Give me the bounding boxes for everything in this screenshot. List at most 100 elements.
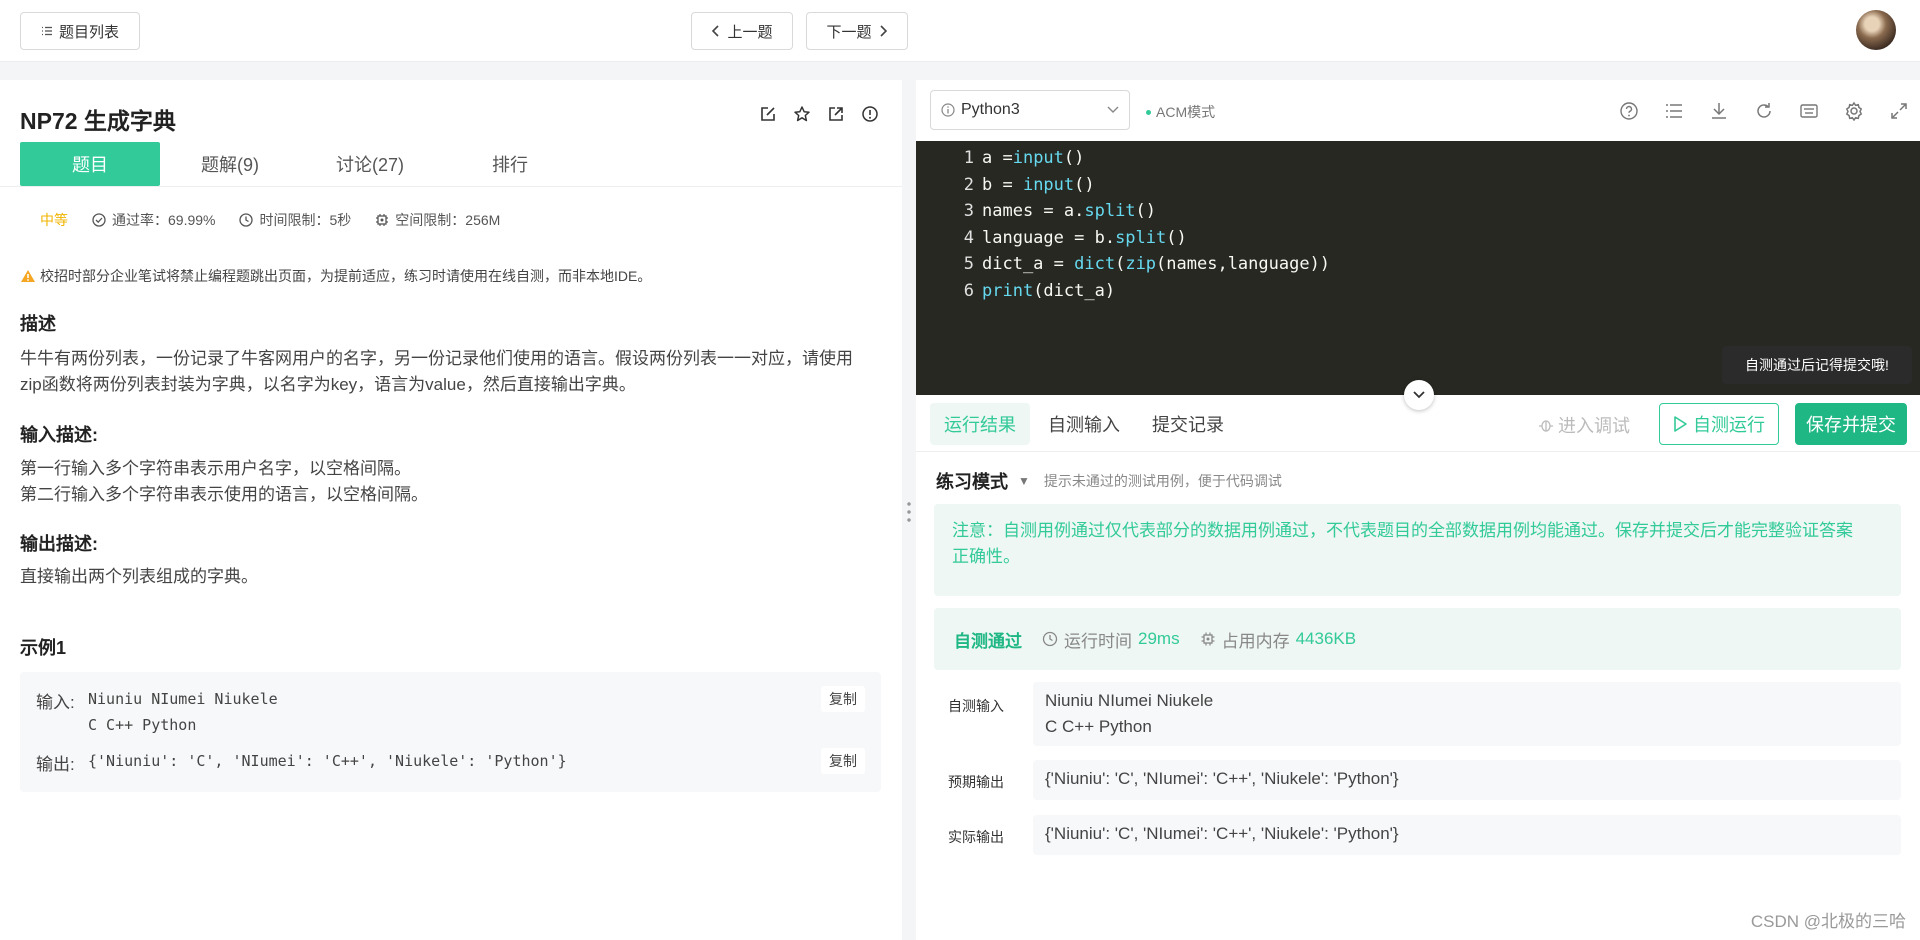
language-value: Python3 — [961, 101, 1020, 118]
code-line: 2b = input() — [963, 174, 1095, 195]
tab-run-result[interactable]: 运行结果 — [930, 403, 1030, 445]
clock-icon — [239, 213, 254, 227]
memory-limit-text: 空间限制：256M — [395, 212, 501, 228]
code-line: 6 print(dict_a) — [963, 280, 1116, 301]
copy-output-button[interactable]: 复制 — [821, 748, 865, 774]
pass-rate: 通过率：69.99% — [92, 210, 215, 230]
notice-text: 校招时部分企业笔试将禁止编程题跳出页面，为提前适应，练习时请使用在线自测，而非本… — [40, 268, 652, 284]
description-text: 牛牛有两份列表，一份记录了牛客网用户的名字，另一份记录他们使用的语言。假设两份列… — [20, 346, 888, 398]
memory-limit: 空间限制：256M — [375, 210, 500, 230]
save-submit-button[interactable]: 保存并提交 — [1795, 403, 1907, 445]
submit-tooltip: 自测通过后记得提交哦! — [1722, 346, 1912, 384]
self-run-button[interactable]: 自测运行 — [1659, 403, 1779, 445]
description-line: zip函数将两份列表封装为字典，以名字为key，语言为value，然后直接输出字… — [20, 375, 636, 394]
drag-handle-icon[interactable] — [907, 500, 911, 524]
memory-label: 占用内存 — [1221, 631, 1290, 651]
tab-problem[interactable]: 题目 — [20, 142, 160, 186]
next-problem-label: 下一题 — [826, 23, 872, 41]
difficulty-badge: 中等 — [40, 212, 68, 228]
page-title: NP72 生成字典 — [20, 108, 176, 134]
self-input-value: Niuniu NIumei Niukele C C++ Python — [1033, 682, 1901, 746]
self-test-note: 注意：自测用例通过仅代表部分的数据用例通过，不代表题目的全部数据用例均能通过。保… — [934, 504, 1901, 596]
divider — [916, 451, 1920, 452]
help-icon[interactable] — [1618, 100, 1640, 122]
tab-self-input[interactable]: 自测输入 — [1034, 403, 1134, 445]
info-icon[interactable] — [860, 104, 880, 124]
runtime: 运行时间 29ms — [1042, 627, 1180, 652]
share-icon[interactable] — [826, 104, 846, 124]
download-icon[interactable] — [1708, 100, 1730, 122]
example-heading: 示例1 — [20, 638, 67, 658]
editor-tools — [1618, 100, 1910, 122]
gear-icon[interactable] — [1843, 100, 1865, 122]
runtime-value: 29ms — [1138, 629, 1180, 648]
debug-button[interactable]: 进入调试 — [1538, 412, 1630, 438]
time-limit-text: 时间限制：5秒 — [259, 212, 352, 228]
keyboard-icon[interactable] — [1798, 100, 1820, 122]
runtime-label: 运行时间 — [1064, 631, 1132, 651]
time-limit: 时间限制：5秒 — [239, 210, 351, 230]
run-result-bar: 自测通过 运行时间 29ms 占用内存 4436KB — [934, 608, 1901, 670]
language-select[interactable]: Python3 — [930, 90, 1130, 130]
status-dot — [1146, 109, 1151, 115]
prev-problem-button[interactable]: 上一题 — [691, 12, 793, 50]
exam-notice: 校招时部分企业笔试将禁止编程题跳出页面，为提前适应，练习时请使用在线自测，而非本… — [20, 266, 651, 286]
self-input-line: C C++ Python — [1045, 717, 1152, 736]
check-circle-icon — [92, 213, 106, 227]
chip-icon — [376, 214, 389, 226]
tab-solutions[interactable]: 题解(9) — [160, 142, 300, 186]
input-desc-heading: 输入描述: — [20, 425, 98, 445]
chevron-down-icon — [1413, 391, 1425, 399]
editor-toolbar: Python3 ACM模式 — [916, 80, 1920, 141]
input-desc-line: 第一行输入多个字符串表示用户名字，以空格间隔。 — [20, 459, 411, 478]
result-tabs: 运行结果 自测输入 提交记录 — [930, 403, 1238, 447]
copy-input-button[interactable]: 复制 — [821, 686, 865, 712]
expected-output-label: 预期输出 — [948, 774, 1004, 790]
practice-mode-select[interactable]: 练习模式 — [936, 468, 1008, 494]
example-input-label: 输入: — [36, 693, 75, 712]
pass-rate-text: 通过率：69.99% — [112, 212, 216, 228]
list-icon — [41, 26, 52, 36]
problem-list-label: 题目列表 — [58, 23, 119, 41]
chip-icon — [1201, 632, 1215, 646]
play-icon — [1674, 416, 1687, 432]
clock-icon — [1042, 631, 1058, 647]
example-box: 输入: Niuniu NIumei Niukele C C++ Python 复制… — [20, 672, 881, 792]
input-desc-text: 第一行输入多个字符串表示用户名字，以空格间隔。 第二行输入多个字符串表示使用的语… — [20, 456, 888, 508]
example-output-label: 输出: — [36, 755, 75, 774]
practice-hint: 提示未通过的测试用例，便于代码调试 — [1043, 473, 1282, 489]
panel-splitter[interactable] — [902, 80, 916, 940]
problem-meta: 中等 通过率：69.99% 时间限制：5秒 空间限制：256M — [40, 210, 500, 230]
tab-submit-history[interactable]: 提交记录 — [1138, 403, 1238, 445]
refresh-icon[interactable] — [1753, 100, 1775, 122]
tab-ranking[interactable]: 排行 — [440, 142, 580, 186]
code-line: 1a =input() — [963, 148, 1085, 168]
description-heading: 描述 — [20, 314, 56, 334]
caret-down-icon[interactable]: ▼ — [1018, 474, 1030, 488]
expand-icon[interactable] — [1888, 100, 1910, 122]
note-line: 正确性。 — [952, 547, 1020, 566]
code-line: 4 language = b.split() — [963, 227, 1187, 248]
divider — [0, 186, 902, 187]
chevron-right-icon — [879, 25, 887, 37]
star-icon[interactable] — [792, 104, 812, 124]
actual-output-label: 实际输出 — [948, 829, 1004, 845]
note-line: 注意：自测用例通过仅代表部分的数据用例通过，不代表题目的全部数据用例均能通过。保… — [952, 521, 1853, 540]
problem-tabs: 题目 题解(9) 讨论(27) 排行 — [20, 142, 580, 186]
problem-list-button[interactable]: 题目列表 — [20, 12, 140, 50]
watermark: CSDN @北极的三哈 — [1750, 912, 1906, 931]
avatar[interactable] — [1856, 10, 1896, 50]
tab-discussion[interactable]: 讨论(27) — [300, 142, 440, 186]
collapse-button[interactable] — [1404, 380, 1434, 410]
code-line: 3 names = a.split() — [963, 201, 1157, 221]
acm-mode: ACM模式 — [1146, 102, 1215, 122]
practice-mode: 练习模式 ▼ 提示未通过的测试用例，便于代码调试 — [936, 468, 1282, 494]
chevron-down-icon — [1107, 106, 1119, 113]
list-lines-icon[interactable] — [1663, 100, 1685, 122]
debug-label: 进入调试 — [1558, 416, 1630, 436]
next-problem-button[interactable]: 下一题 — [806, 12, 908, 50]
example-input-code: Niuniu NIumei Niukele C C++ Python — [88, 686, 278, 738]
info-icon — [941, 103, 955, 117]
code-line: 5 dict_a = dict(zip(names,language)) — [963, 254, 1331, 274]
edit-icon[interactable] — [758, 104, 778, 124]
